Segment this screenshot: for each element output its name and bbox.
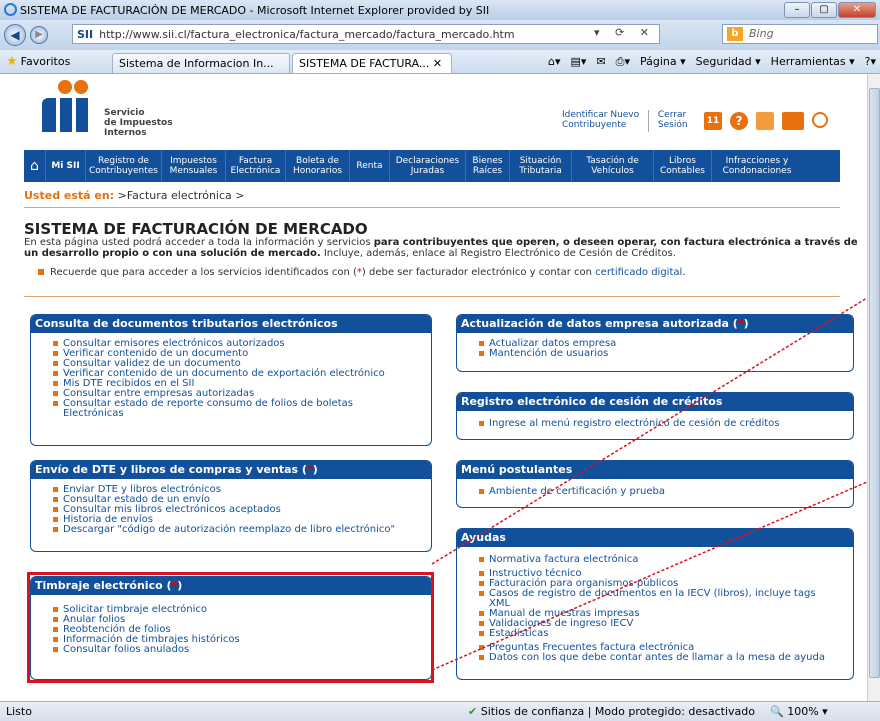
minimize-button[interactable]: – bbox=[784, 2, 810, 18]
favorites-button[interactable]: ★ Favoritos bbox=[6, 54, 70, 69]
command-bar: ⌂▾ ▤▾ ✉ ⎙▾ Página ▾ Seguridad ▾ Herramie… bbox=[548, 55, 876, 69]
back-button[interactable]: ◀ bbox=[4, 24, 26, 46]
annotation-callout-lines bbox=[431, 297, 867, 671]
menu-seguridad[interactable]: Seguridad ▾ bbox=[696, 55, 761, 69]
forward-button[interactable]: ▶ bbox=[30, 26, 48, 44]
help-icon[interactable]: ?▾ bbox=[865, 55, 876, 69]
security-zone[interactable]: ✔ Sitios de confianza | Modo protegido: … bbox=[468, 705, 755, 718]
status-bar: Listo ✔ Sitios de confianza | Modo prote… bbox=[0, 701, 880, 721]
maximize-button[interactable]: ▢ bbox=[811, 2, 837, 18]
window-title: SISTEMA DE FACTURACIÓN DE MERCADO - Micr… bbox=[20, 3, 490, 17]
window-titlebar: SISTEMA DE FACTURACIÓN DE MERCADO - Micr… bbox=[0, 0, 880, 20]
close-button[interactable]: ✕ bbox=[838, 2, 876, 18]
mail-icon[interactable]: ✉ bbox=[596, 55, 605, 69]
home-icon[interactable]: ⌂▾ bbox=[548, 55, 561, 69]
tab-sistema-informacion[interactable]: Sistema de Informacion In... bbox=[112, 53, 290, 73]
check-icon: ✔ bbox=[468, 705, 478, 718]
site-favicon-icon: SII bbox=[77, 27, 94, 41]
feeds-icon[interactable]: ▤▾ bbox=[571, 55, 587, 69]
menu-herramientas[interactable]: Herramientas ▾ bbox=[771, 55, 855, 69]
ie-logo-icon bbox=[4, 3, 17, 16]
tab-sistema-facturacion[interactable]: SISTEMA DE FACTURA... ✕ bbox=[292, 53, 452, 73]
tab-bar: ★ Favoritos Sistema de Informacion In...… bbox=[0, 50, 880, 74]
print-icon[interactable]: ⎙▾ bbox=[616, 55, 630, 69]
scrollbar-thumb[interactable] bbox=[869, 88, 880, 678]
star-icon: ★ bbox=[6, 54, 18, 69]
search-box[interactable]: b Bing bbox=[722, 24, 878, 44]
status-text: Listo bbox=[6, 705, 32, 718]
search-placeholder: Bing bbox=[749, 27, 774, 40]
address-toolbar: ◀ ▶ SII http://www.sii.cl/factura_electr… bbox=[0, 20, 880, 50]
address-bar[interactable]: SII http://www.sii.cl/factura_electronic… bbox=[72, 24, 660, 44]
vertical-scrollbar[interactable] bbox=[867, 74, 880, 701]
page-content: Servicio de Impuestos Internos Identific… bbox=[0, 74, 867, 701]
zoom-control[interactable]: 🔍 100% ▾ bbox=[770, 705, 828, 718]
address-url: http://www.sii.cl/factura_electronica/fa… bbox=[99, 27, 515, 41]
address-controls[interactable]: ▾ ⟳ ✕ bbox=[594, 26, 655, 39]
menu-pagina[interactable]: Página ▾ bbox=[640, 55, 686, 69]
bing-icon: b bbox=[727, 27, 743, 41]
